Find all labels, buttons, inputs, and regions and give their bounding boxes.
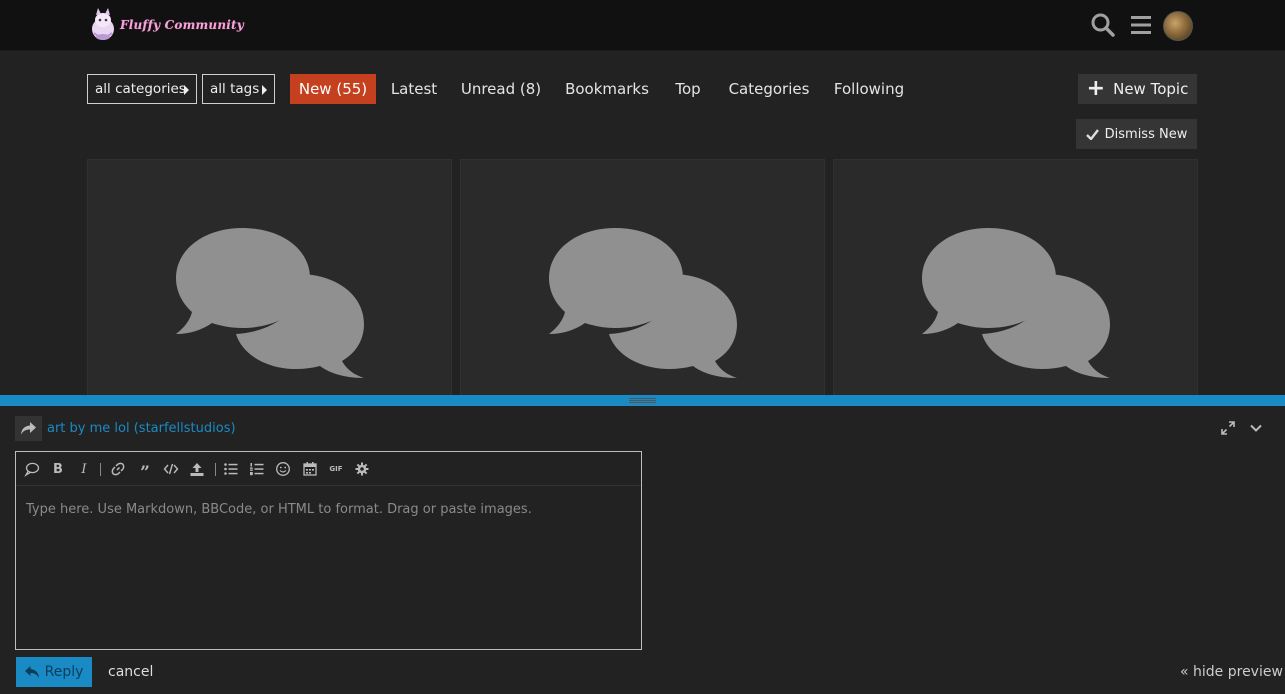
nav-item-label: Bookmarks — [565, 80, 649, 98]
numbered-list-icon[interactable] — [249, 461, 265, 477]
comments-icon — [549, 228, 737, 378]
reply-button[interactable]: Reply — [16, 657, 92, 687]
topic-card[interactable] — [460, 159, 825, 399]
italic-icon[interactable]: I — [76, 461, 92, 477]
nav-item-categories[interactable]: Categories — [725, 74, 813, 104]
gif-icon[interactable]: GIF — [328, 461, 344, 477]
tags-dropdown[interactable]: all tags — [202, 74, 275, 104]
nav-item-following[interactable]: Following — [830, 74, 908, 104]
reply-to-topic-link[interactable]: art by me lol (starfellstudios) — [47, 421, 236, 436]
code-icon[interactable] — [163, 461, 179, 477]
dismiss-new-label: Dismiss New — [1104, 126, 1188, 142]
hide-preview-link[interactable]: « hide preview — [1180, 664, 1283, 680]
blockquote-icon[interactable]: ” — [137, 461, 153, 483]
upload-icon[interactable] — [189, 461, 205, 477]
nav-item-unread[interactable]: Unread (8) — [459, 74, 543, 104]
nav-item-label: Unread (8) — [460, 80, 542, 98]
calendar-icon[interactable] — [302, 461, 318, 477]
nav-item-label: Latest — [390, 80, 438, 98]
new-topic-button[interactable]: + New Topic — [1078, 74, 1197, 104]
dismiss-new-button[interactable]: Dismiss New — [1076, 119, 1197, 149]
nav-item-new[interactable]: New (55) — [290, 74, 376, 104]
check-icon — [1085, 128, 1099, 140]
chevron-down-icon[interactable] — [1248, 420, 1264, 436]
hamburger-menu-icon[interactable] — [1128, 12, 1154, 38]
gear-icon[interactable] — [354, 461, 370, 477]
reply-action-button[interactable] — [15, 416, 42, 441]
editor-box: B I ” GIF Type here. Use Markdown, BBCod… — [15, 451, 642, 650]
avatar[interactable] — [1163, 11, 1193, 41]
category-dropdown-label: all categories — [95, 81, 186, 97]
site-header: Fluffy Community — [0, 0, 1285, 51]
nav-item-label: Top — [675, 80, 701, 98]
cancel-link[interactable]: cancel — [108, 664, 153, 680]
caret-right-icon — [262, 85, 267, 95]
toolbar-divider — [215, 463, 216, 476]
topic-card[interactable] — [87, 159, 452, 399]
emoji-icon[interactable] — [275, 461, 291, 477]
editor-textarea-placeholder[interactable]: Type here. Use Markdown, BBCode, or HTML… — [26, 502, 532, 517]
comments-icon — [922, 228, 1110, 378]
link-icon[interactable] — [110, 461, 126, 477]
site-logo[interactable]: Fluffy Community — [88, 6, 244, 44]
drag-grip-icon[interactable] — [629, 398, 656, 403]
site-name: Fluffy Community — [120, 18, 244, 32]
nav-item-bookmarks[interactable]: Bookmarks — [562, 74, 652, 104]
new-topic-label: New Topic — [1113, 80, 1189, 98]
nav-item-latest[interactable]: Latest — [387, 74, 441, 104]
composer-resize-bar[interactable] — [0, 395, 1285, 406]
nav-item-label: New (55) — [298, 80, 368, 98]
tags-dropdown-label: all tags — [210, 81, 260, 97]
topic-card[interactable] — [833, 159, 1198, 399]
bold-icon[interactable]: B — [50, 461, 66, 477]
caret-right-icon — [184, 85, 189, 95]
editor-toolbar: B I ” GIF — [16, 452, 641, 486]
reply-arrow-icon — [24, 666, 39, 678]
reply-composer: art by me lol (starfellstudios) B I ” GI… — [0, 406, 1285, 694]
nav-item-label: Categories — [728, 80, 810, 98]
toolbar-divider — [100, 463, 101, 476]
share-arrow-icon — [21, 422, 36, 435]
navigation-bar: all categories all tags New (55) Latest … — [87, 74, 1198, 104]
expand-icon[interactable] — [1220, 420, 1236, 436]
category-dropdown[interactable]: all categories — [87, 74, 197, 104]
quote-icon[interactable] — [24, 461, 40, 477]
search-icon[interactable] — [1090, 12, 1116, 38]
bullet-list-icon[interactable] — [223, 461, 239, 477]
mascot-logo-icon — [92, 8, 114, 40]
reply-button-label: Reply — [44, 664, 84, 680]
nav-item-label: Following — [833, 80, 905, 98]
plus-icon: + — [1086, 75, 1106, 101]
comments-icon — [176, 228, 364, 378]
nav-item-top[interactable]: Top — [670, 74, 706, 104]
